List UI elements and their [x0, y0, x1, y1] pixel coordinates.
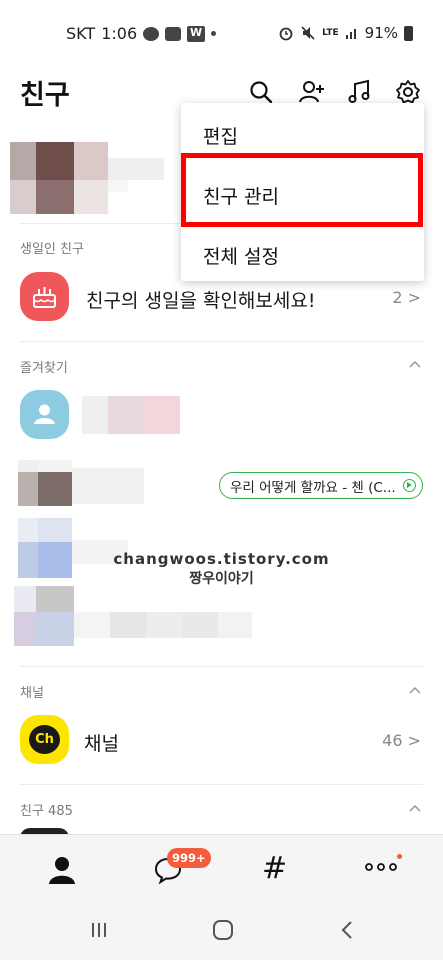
- status-bar: SKT 1:06 W LTE 91%: [0, 0, 443, 66]
- status-music-text: 우리 어떻게 할까요 - 첸 (C...: [230, 479, 396, 496]
- more-tab-icon[interactable]: [365, 863, 397, 871]
- chat-unread-badge: 999+: [167, 848, 211, 868]
- friend-name-blur: [82, 396, 180, 434]
- system-nav-bar: [0, 902, 443, 960]
- friend-name-blur: [74, 612, 252, 638]
- channel-row-text: 채널: [84, 733, 119, 755]
- music-icon[interactable]: [346, 78, 374, 106]
- channel-icon-text: Ch: [29, 725, 60, 754]
- friend-photo-blur: [14, 586, 74, 646]
- highlight-box: [181, 153, 423, 227]
- profile-name-blur-2: [108, 180, 128, 192]
- status-left: SKT 1:06 W: [66, 24, 217, 43]
- back-icon[interactable]: [340, 920, 354, 940]
- watermark-url: changwoos.tistory.com: [113, 550, 330, 568]
- divider: [20, 341, 423, 342]
- friends-collapse-chevron-icon[interactable]: [409, 804, 421, 812]
- favorites-collapse-chevron-icon[interactable]: [409, 360, 421, 368]
- birthday-section-label: 생일인 친구: [20, 242, 84, 257]
- battery-percent: 91%: [364, 24, 398, 42]
- network-type-label: LTE: [322, 28, 339, 38]
- channel-section-label: 채널: [20, 686, 44, 701]
- friend-name-blur: [72, 468, 144, 504]
- home-icon[interactable]: [212, 919, 234, 941]
- friends-section-label: 친구 485: [20, 804, 73, 819]
- menu-item-all-settings[interactable]: 전체 설정: [203, 242, 279, 269]
- page-title: 친구: [20, 80, 70, 111]
- channel-icon: Ch: [20, 715, 69, 764]
- carrier-label: SKT: [66, 24, 96, 43]
- gallery-notification-icon: [165, 26, 182, 41]
- search-icon[interactable]: [247, 78, 275, 106]
- channel-count: 46 >: [382, 731, 421, 750]
- more-new-dot: [397, 854, 402, 859]
- more-notifications-dot: [211, 31, 217, 36]
- watermark-blog-name: 짱우이야기: [189, 571, 254, 587]
- recent-apps-icon[interactable]: [90, 921, 108, 939]
- battery-icon: [404, 25, 413, 41]
- channel-collapse-chevron-icon[interactable]: [409, 686, 421, 694]
- clock: 1:06: [101, 24, 138, 43]
- friend-status-music-pill[interactable]: 우리 어떻게 할까요 - 첸 (C...: [219, 472, 423, 499]
- friends-tab-icon[interactable]: [48, 855, 76, 885]
- add-friend-icon[interactable]: [298, 78, 326, 106]
- favorites-section-label: 즐겨찾기: [20, 361, 68, 376]
- alarm-icon: [279, 27, 293, 41]
- signal-icon: [345, 29, 356, 39]
- birthday-row-text: 친구의 생일을 확인해보세요!: [86, 290, 316, 312]
- profile-photo-blur: [10, 142, 108, 214]
- friend-photo-blur: [18, 460, 72, 506]
- divider: [20, 666, 423, 667]
- settings-icon[interactable]: [394, 78, 422, 106]
- menu-item-edit[interactable]: 편집: [203, 122, 238, 149]
- profile-name-blur: [108, 158, 164, 180]
- birthday-icon: [20, 272, 69, 321]
- birthday-count: 2 >: [392, 288, 421, 307]
- bottom-nav: #: [0, 834, 443, 902]
- divider: [20, 784, 423, 785]
- default-avatar-icon: [20, 390, 69, 439]
- openchat-tab-icon[interactable]: #: [262, 851, 287, 886]
- talk-notification-icon: [143, 26, 160, 41]
- play-icon[interactable]: [403, 479, 416, 492]
- mute-icon: [301, 26, 315, 40]
- w-app-icon: W: [187, 25, 206, 42]
- status-right: LTE 91%: [278, 24, 413, 42]
